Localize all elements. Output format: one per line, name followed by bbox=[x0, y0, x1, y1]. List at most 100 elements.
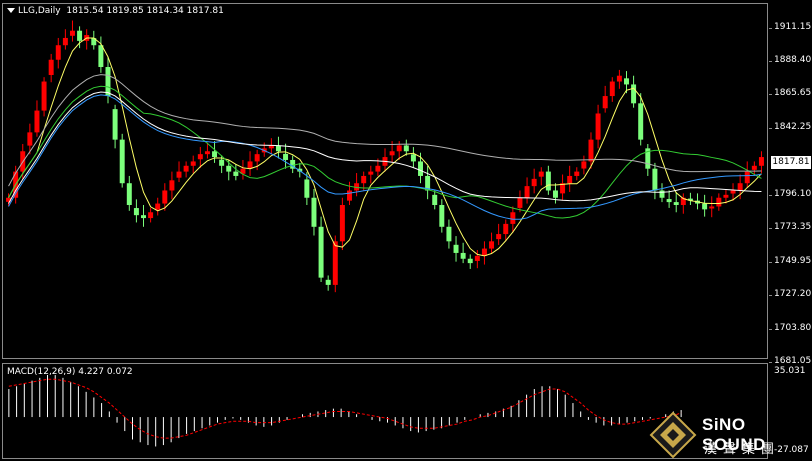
candles bbox=[6, 20, 764, 293]
candle-body bbox=[48, 59, 54, 75]
price-tick-label: 1888.40 bbox=[774, 54, 812, 65]
price-tickmark bbox=[769, 261, 772, 263]
candle-body bbox=[744, 171, 750, 184]
candle-body bbox=[226, 165, 232, 172]
candle-body bbox=[197, 154, 203, 160]
candle-body bbox=[751, 165, 757, 170]
candle-body bbox=[169, 180, 175, 191]
symbol-label: LLG,Daily bbox=[18, 6, 61, 16]
macd-signal-line bbox=[8, 378, 682, 439]
chart-canvas bbox=[6, 20, 764, 447]
candle-body bbox=[219, 159, 225, 166]
candle-body bbox=[716, 197, 722, 207]
candle-body bbox=[730, 190, 736, 194]
candle-body bbox=[141, 215, 146, 219]
candle-body bbox=[34, 110, 40, 133]
logo-text-chinese: 漢聲集團 bbox=[704, 442, 781, 457]
candle-body bbox=[709, 206, 715, 209]
price-tickmark bbox=[769, 362, 772, 363]
candle-body bbox=[148, 212, 154, 219]
price-tickmark bbox=[769, 227, 772, 229]
candle-body bbox=[275, 145, 281, 152]
candle-body bbox=[77, 30, 83, 41]
dropdown-triangle-icon[interactable] bbox=[7, 8, 15, 13]
macd-header: MACD(12,26,9) 4.227 0.072 bbox=[7, 367, 133, 377]
candle-body bbox=[489, 241, 495, 249]
candle-body bbox=[503, 223, 509, 235]
candle-body bbox=[318, 226, 324, 278]
price-tickmark bbox=[769, 27, 772, 29]
candle-body bbox=[624, 78, 629, 85]
price-tick-label: 1911.15 bbox=[774, 21, 812, 32]
chart-header: LLG,Daily 1815.54 1819.85 1814.34 1817.8… bbox=[7, 6, 224, 16]
candle-body bbox=[474, 255, 480, 261]
candle-body bbox=[552, 190, 558, 198]
candle-body bbox=[339, 205, 345, 242]
candle-body bbox=[62, 37, 68, 46]
candle-body bbox=[396, 145, 402, 152]
price-tick-label: 1681.05 bbox=[774, 356, 812, 366]
candle-body bbox=[119, 139, 125, 184]
candle-body bbox=[453, 244, 459, 253]
candle-body bbox=[105, 67, 111, 97]
candle-body bbox=[723, 194, 729, 198]
candle-body bbox=[304, 179, 310, 198]
candle-body bbox=[574, 171, 580, 176]
candle-body bbox=[212, 151, 218, 158]
price-tickmark bbox=[769, 194, 772, 196]
close-value: 1817.81 bbox=[186, 6, 224, 16]
candle-body bbox=[702, 203, 708, 210]
candle-body bbox=[666, 199, 672, 203]
candle-body bbox=[588, 139, 594, 162]
candle-body bbox=[183, 165, 189, 172]
candle-body bbox=[545, 171, 551, 191]
price-tickmark bbox=[769, 294, 772, 296]
price-tick-label: 1796.10 bbox=[774, 188, 812, 199]
high-value: 1819.85 bbox=[106, 6, 144, 16]
candle-body bbox=[758, 157, 764, 166]
candle-body bbox=[673, 202, 679, 206]
open-value: 1815.54 bbox=[66, 6, 104, 16]
logo-emblem-icon bbox=[649, 411, 697, 459]
macd-value-1: 4.227 bbox=[78, 367, 104, 377]
candle-body bbox=[659, 190, 665, 198]
candle-body bbox=[581, 161, 587, 169]
candle-body bbox=[567, 175, 573, 184]
candle-body bbox=[737, 183, 743, 191]
candle-body bbox=[517, 197, 523, 208]
candle-body bbox=[112, 109, 118, 140]
candle-body bbox=[69, 30, 75, 36]
price-tick-label: 1842.25 bbox=[774, 121, 812, 132]
candle-body bbox=[467, 258, 473, 264]
price-axis[interactable]: 1911.15 1888.40 1865.65 1842.25 1796.10 1773.… bbox=[769, 3, 812, 366]
candle-body bbox=[609, 81, 615, 97]
price-tick-label: 1703.80 bbox=[774, 322, 812, 333]
candle-body bbox=[27, 132, 33, 146]
candle-body bbox=[410, 154, 416, 162]
macd-axis-top: 35.031 bbox=[774, 366, 806, 376]
candle-body bbox=[126, 183, 132, 206]
price-tick-label: 1773.35 bbox=[774, 221, 812, 232]
price-tickmark bbox=[769, 328, 772, 330]
candle-body bbox=[233, 171, 239, 176]
low-value: 1814.34 bbox=[146, 6, 184, 16]
candle-body bbox=[496, 234, 502, 240]
candle-body bbox=[439, 205, 445, 227]
candle-body bbox=[631, 84, 637, 104]
price-tickmark bbox=[769, 127, 772, 129]
candle-body bbox=[510, 212, 516, 224]
candle-body bbox=[155, 203, 161, 210]
price-tick-label: 1865.65 bbox=[774, 87, 812, 98]
candle-body bbox=[460, 252, 466, 259]
candle-body bbox=[531, 178, 537, 187]
macd-value-2: 0.072 bbox=[106, 367, 133, 377]
price-tickmark bbox=[769, 60, 772, 62]
macd-label: MACD(12,26,9) bbox=[7, 367, 76, 377]
candle-body bbox=[375, 165, 381, 172]
chart-window: LLG,Daily 1815.54 1819.85 1814.34 1817.8… bbox=[0, 0, 812, 461]
candle-body bbox=[41, 81, 47, 111]
candle-body bbox=[432, 194, 438, 206]
candle-body bbox=[55, 45, 61, 60]
candle-body bbox=[602, 96, 608, 109]
candle-body bbox=[403, 145, 409, 152]
